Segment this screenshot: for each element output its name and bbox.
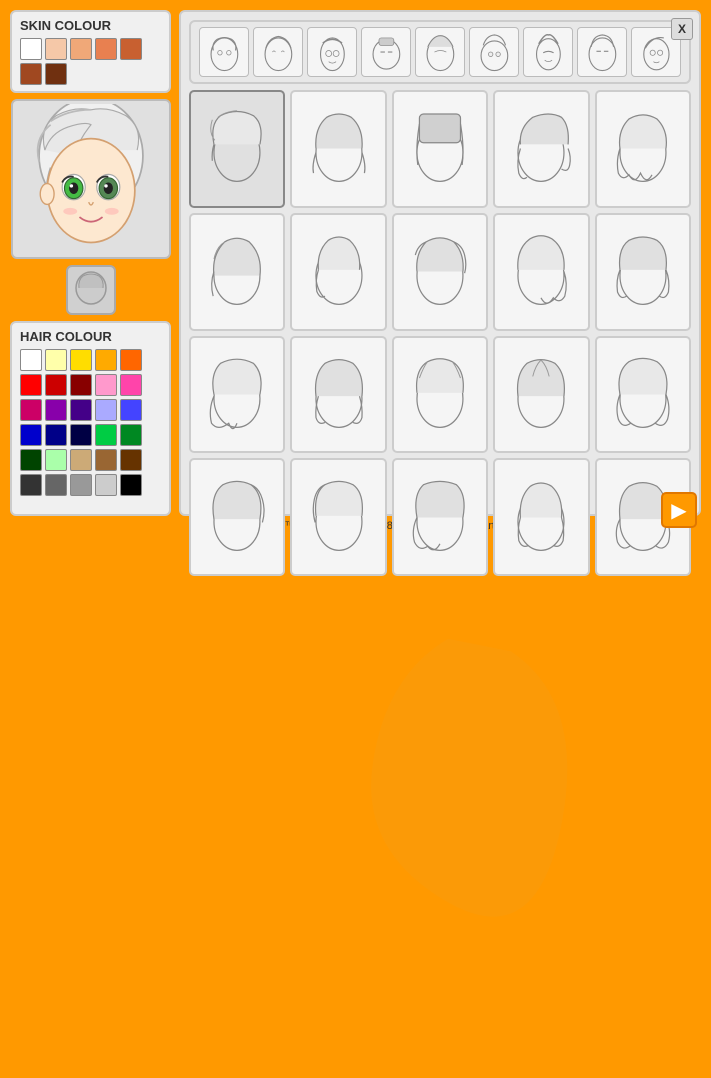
hair-style-item[interactable] bbox=[493, 336, 589, 454]
hair-swatch[interactable] bbox=[45, 349, 67, 371]
skin-swatch[interactable] bbox=[20, 63, 42, 85]
hair-swatch[interactable] bbox=[95, 424, 117, 446]
watermark bbox=[189, 576, 707, 1078]
hair-swatch[interactable] bbox=[20, 449, 42, 471]
hair-swatch[interactable] bbox=[95, 474, 117, 496]
hair-swatch[interactable] bbox=[20, 399, 42, 421]
hair-swatch[interactable] bbox=[95, 349, 117, 371]
face-style-icon[interactable] bbox=[199, 27, 249, 77]
hair-swatch[interactable] bbox=[95, 449, 117, 471]
hair-style-grid bbox=[189, 90, 691, 576]
left-panel: SKIN COLOUR bbox=[10, 10, 171, 516]
hair-swatch[interactable] bbox=[120, 424, 142, 446]
hair-style-item[interactable] bbox=[493, 90, 589, 208]
hair-style-item[interactable] bbox=[290, 90, 386, 208]
skin-swatch[interactable] bbox=[20, 38, 42, 60]
hair-swatch[interactable] bbox=[70, 474, 92, 496]
hair-swatch[interactable] bbox=[70, 349, 92, 371]
hair-swatch[interactable] bbox=[120, 399, 142, 421]
face-style-icon[interactable] bbox=[307, 27, 357, 77]
hair-swatch[interactable] bbox=[20, 474, 42, 496]
hair-style-item[interactable] bbox=[392, 213, 488, 331]
hair-swatch[interactable] bbox=[120, 474, 142, 496]
hair-style-item[interactable] bbox=[189, 458, 285, 576]
close-button[interactable]: X bbox=[671, 18, 693, 40]
hair-swatch[interactable] bbox=[45, 399, 67, 421]
hair-style-item[interactable] bbox=[392, 458, 488, 576]
face-style-row bbox=[189, 20, 691, 84]
hair-icon-box bbox=[66, 265, 116, 315]
hair-style-item[interactable] bbox=[290, 458, 386, 576]
skin-swatch[interactable] bbox=[45, 38, 67, 60]
hair-swatch[interactable] bbox=[120, 449, 142, 471]
hair-swatch[interactable] bbox=[95, 374, 117, 396]
face-preview bbox=[11, 99, 171, 259]
face-style-icon[interactable] bbox=[577, 27, 627, 77]
hair-swatch[interactable] bbox=[45, 474, 67, 496]
hair-style-item[interactable] bbox=[493, 458, 589, 576]
hair-style-item[interactable] bbox=[595, 213, 691, 331]
skin-swatch[interactable] bbox=[45, 63, 67, 85]
hair-swatch[interactable] bbox=[20, 374, 42, 396]
skin-colour-title: SKIN COLOUR bbox=[20, 18, 161, 33]
skin-swatch[interactable] bbox=[70, 38, 92, 60]
hair-style-item[interactable] bbox=[392, 90, 488, 208]
top-row: SKIN COLOUR bbox=[10, 10, 701, 516]
face-style-icon[interactable] bbox=[253, 27, 303, 77]
hair-style-item[interactable] bbox=[189, 336, 285, 454]
hair-colour-section: HAIR COLOUR bbox=[10, 321, 171, 516]
face-style-icon[interactable] bbox=[415, 27, 465, 77]
hair-swatch[interactable] bbox=[45, 374, 67, 396]
hair-style-item[interactable] bbox=[595, 90, 691, 208]
hair-swatch[interactable] bbox=[45, 449, 67, 471]
hair-style-item[interactable] bbox=[392, 336, 488, 454]
nav-arrow-button[interactable]: ▶ bbox=[661, 492, 697, 528]
hair-swatch[interactable] bbox=[120, 374, 142, 396]
hair-colour-title: HAIR COLOUR bbox=[20, 329, 161, 344]
face-style-icon[interactable] bbox=[361, 27, 411, 77]
hair-swatch[interactable] bbox=[70, 449, 92, 471]
right-panel: X bbox=[179, 10, 701, 516]
face-style-icon[interactable] bbox=[523, 27, 573, 77]
hair-style-item[interactable] bbox=[189, 90, 285, 208]
hair-swatch[interactable] bbox=[95, 399, 117, 421]
skin-colour-row bbox=[20, 38, 161, 85]
hair-swatch[interactable] bbox=[70, 374, 92, 396]
skin-swatch[interactable] bbox=[120, 38, 142, 60]
hair-swatch[interactable] bbox=[45, 424, 67, 446]
hair-style-item[interactable] bbox=[189, 213, 285, 331]
hair-style-item[interactable] bbox=[493, 213, 589, 331]
main-container: SKIN COLOUR bbox=[0, 0, 711, 542]
skin-swatch[interactable] bbox=[95, 38, 117, 60]
hair-swatch[interactable] bbox=[70, 424, 92, 446]
hair-style-item[interactable] bbox=[595, 336, 691, 454]
hair-swatch[interactable] bbox=[20, 424, 42, 446]
hair-swatch[interactable] bbox=[20, 349, 42, 371]
skin-colour-section: SKIN COLOUR bbox=[10, 10, 171, 93]
hair-style-item[interactable] bbox=[290, 336, 386, 454]
face-style-icon[interactable] bbox=[469, 27, 519, 77]
hair-style-item[interactable] bbox=[290, 213, 386, 331]
hair-swatch[interactable] bbox=[120, 349, 142, 371]
hair-swatch[interactable] bbox=[70, 399, 92, 421]
hair-colour-grid bbox=[20, 349, 161, 496]
